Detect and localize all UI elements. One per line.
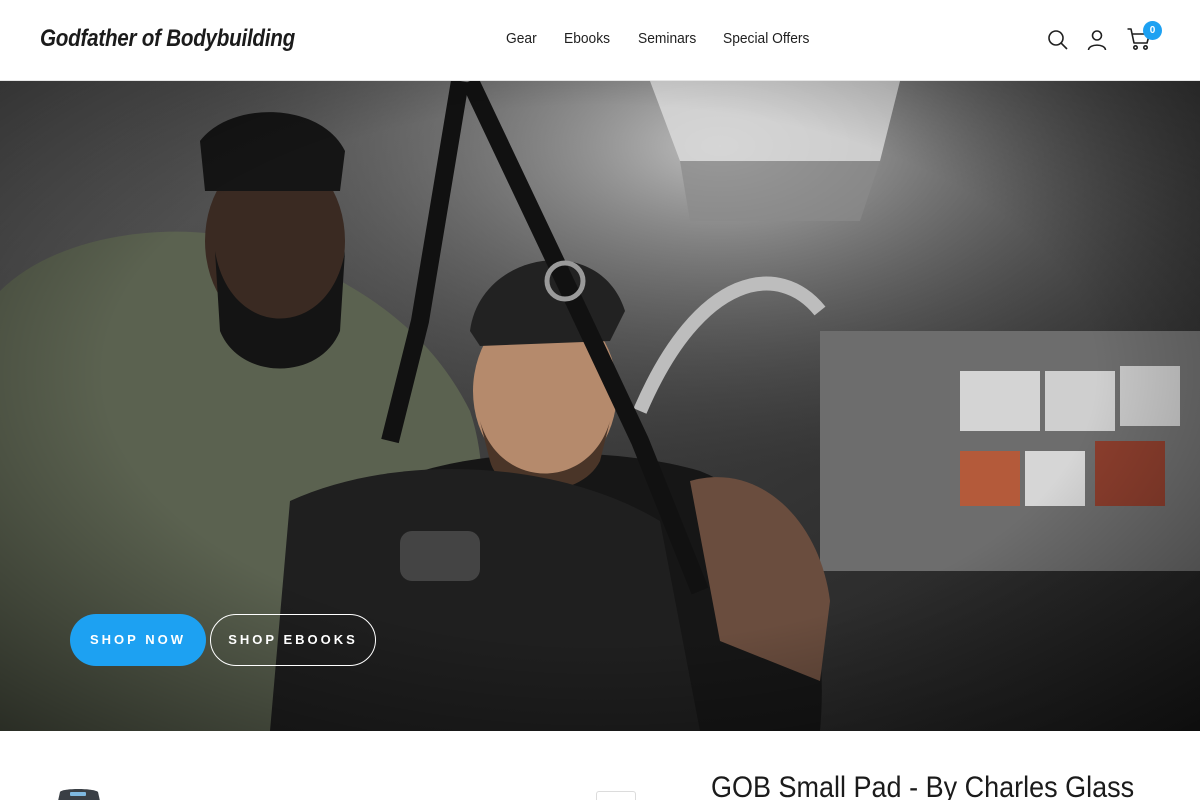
main-nav: Gear Ebooks Seminars Special Offers — [0, 30, 1200, 50]
hero-banner: SHOP NOW SHOP EBOOKS — [0, 81, 1200, 731]
nav-item-ebooks[interactable]: Ebooks — [564, 30, 610, 47]
cart-count-badge: 0 — [1143, 21, 1162, 40]
nav-item-gear[interactable]: Gear — [506, 30, 537, 47]
site-header: Godfather of Bodybuilding Gear Ebooks Se… — [0, 0, 1200, 81]
product-title: GOB Small Pad - By Charles Glass — [711, 771, 1135, 800]
search-icon[interactable] — [1046, 28, 1070, 52]
shop-ebooks-button[interactable]: SHOP EBOOKS — [210, 614, 376, 666]
product-thumbnail[interactable] — [52, 786, 104, 800]
nav-item-seminars[interactable]: Seminars — [638, 30, 696, 47]
shop-now-button[interactable]: SHOP NOW — [70, 614, 206, 666]
product-section: GOB Small Pad - By Charles Glass — [0, 731, 1200, 800]
account-icon[interactable] — [1085, 28, 1109, 52]
nav-item-special-offers[interactable]: Special Offers — [723, 30, 809, 47]
image-zoom-button[interactable] — [596, 791, 636, 800]
